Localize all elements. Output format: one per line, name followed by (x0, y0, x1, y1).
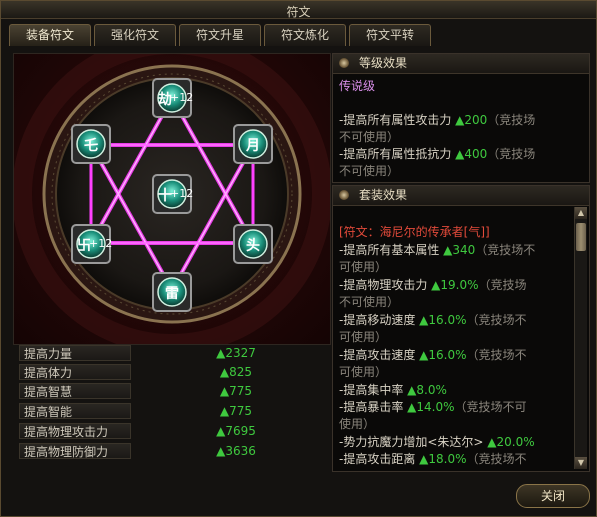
rune-window: 符文 装备符文 强化符文 符文升星 符文炼化 符文平转 劫 +12 月 头 雷 … (0, 0, 597, 517)
window-title: 符文 (286, 5, 311, 19)
tab-rune-refine[interactable]: 符文炼化 (264, 24, 346, 46)
stat-label: 提高智能 (19, 403, 131, 419)
set-effect-line: -提高攻击距离 ▲18.0%（竞技场不 (339, 452, 527, 466)
stat-value: ▲2327 (216, 346, 256, 360)
stats-table: 提高力量 ▲2327 提高体力 ▲825 提高智慧 ▲775 提高智能 ▲775… (13, 343, 329, 467)
stat-label: 提高智慧 (19, 383, 131, 399)
rune-slot-upper-left[interactable]: 乇 (71, 124, 111, 164)
rune-glyph: 雷 (165, 286, 179, 302)
effect-note: （竞技场 (487, 113, 536, 127)
tab-equip-rune[interactable]: 装备符文 (9, 24, 91, 46)
rune-glyph: 头 (246, 238, 260, 254)
level-effect-line: -提高所有属性抵抗力 ▲400（竞技场 (339, 146, 535, 163)
rune-glyph: 乇 (84, 138, 98, 154)
grade-label: 传说级 (339, 79, 376, 93)
rune-glyph: 月 (246, 138, 260, 154)
stat-row: 提高智慧 ▲775 (13, 383, 329, 400)
set-effect-note: 不可使用） (339, 295, 400, 309)
stat-row: 提高智能 ▲775 (13, 403, 329, 420)
effect-text: -提高所有属性攻击力 (339, 113, 456, 127)
set-effect-line: -提高物理攻击力 ▲19.0%（竞技场 (339, 278, 527, 292)
level-effect-header[interactable]: 等级效果 (333, 54, 589, 74)
stat-value: ▲775 (219, 384, 253, 398)
effect-note-cont: 不可使用） (339, 164, 400, 178)
set-effect-line: -提高移动速度 ▲16.0%（竞技场不 (339, 313, 527, 327)
rune-slot-upper-right[interactable]: 月 (233, 124, 273, 164)
title-bar[interactable]: 符文 (1, 1, 596, 19)
tab-enhance-rune[interactable]: 强化符文 (94, 24, 176, 46)
section-bullet-icon (339, 190, 349, 200)
stat-value: ▲3636 (216, 444, 256, 458)
level-effect-title: 等级效果 (359, 56, 408, 70)
stat-label: 提高力量 (19, 345, 131, 361)
effect-note: （竞技场 (487, 147, 536, 161)
rune-level: +12 (89, 237, 113, 250)
rune-slot-lower-right[interactable]: 头 (233, 224, 273, 264)
stat-row: 提高体力 ▲825 (13, 364, 329, 381)
section-bullet-icon (339, 58, 349, 68)
tab-rune-transfer[interactable]: 符文平转 (349, 24, 431, 46)
stat-row: 提高物理攻击力 ▲7695 (13, 423, 329, 440)
stat-label: 提高物理攻击力 (19, 423, 131, 439)
rune-slot-lower-left[interactable]: 卐 +12 (71, 224, 113, 264)
rune-slot-center[interactable]: 十 +12 (152, 174, 194, 214)
set-effect-line: -提高集中率 ▲8.0% (339, 383, 447, 397)
set-effect-line: -势力抗魔力增加<朱达尔> ▲20.0% (339, 435, 535, 449)
tab-rune-star[interactable]: 符文升星 (179, 24, 261, 46)
stat-value: ▲775 (219, 404, 253, 418)
effect-value: ▲400 (455, 147, 488, 161)
set-effect-note: 使用） (339, 417, 376, 431)
set-name: [符文：海尼尔的传承者[气]] (339, 225, 490, 239)
rune-slot-bottom[interactable]: 雷 (152, 272, 192, 312)
set-effect-line: -提高所有基本属性 ▲340（竞技场不 (339, 243, 536, 257)
set-effect-note: 可使用） (339, 330, 388, 344)
stat-label: 提高体力 (19, 364, 131, 380)
rune-level: +12 (170, 187, 194, 200)
rune-circle-panel: 劫 +12 月 头 雷 卐 +12 乇 十 +12 (12, 34, 332, 354)
rune-slot-top[interactable]: 劫 +12 (152, 78, 194, 118)
set-effect-title: 套装效果 (359, 188, 408, 202)
set-effect-note: 可使用） (339, 365, 388, 379)
rune-level: +12 (170, 91, 194, 104)
effect-text: -提高所有属性抵抗力 (339, 147, 456, 161)
scroll-down-icon[interactable]: ▼ (575, 457, 587, 469)
stat-value: ▲7695 (216, 424, 256, 438)
set-effect-line: -提高暴击率 ▲14.0%（竞技场不可 (339, 400, 527, 414)
set-effect-note: 可使用） (339, 260, 388, 274)
set-effect-header[interactable]: 套装效果 (333, 186, 589, 206)
set-effect-line: -提高攻击速度 ▲16.0%（竞技场不 (339, 348, 527, 362)
level-effect-panel: 等级效果 传说级 -提高所有属性攻击力 ▲200（竞技场 不可使用） -提高所有… (332, 53, 590, 183)
level-effect-line: -提高所有属性攻击力 ▲200（竞技场 (339, 112, 535, 129)
scroll-thumb[interactable] (576, 223, 586, 251)
set-effect-panel: 套装效果 [符文：海尼尔的传承者[气]] -提高所有基本属性 ▲340（竞技场不… (332, 185, 590, 472)
scroll-up-icon[interactable]: ▲ (575, 207, 587, 219)
stat-label: 提高物理防御力 (19, 443, 131, 459)
effect-value: ▲200 (455, 113, 488, 127)
stat-value: ▲825 (219, 365, 253, 379)
close-button[interactable]: 关闭 (516, 484, 590, 508)
effect-note-cont: 不可使用） (339, 130, 400, 144)
set-effect-scrollbar[interactable]: ▲ ▼ (574, 207, 587, 469)
stat-row: 提高力量 ▲2327 (13, 345, 329, 362)
stat-row: 提高物理防御力 ▲3636 (13, 443, 329, 460)
